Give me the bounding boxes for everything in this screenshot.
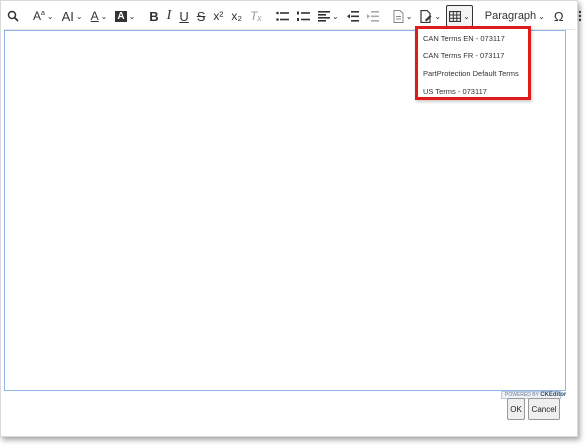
dropdown-item-us-terms[interactable]: US Terms - 073117	[423, 85, 487, 99]
numbered-list-button[interactable]	[294, 5, 313, 27]
font-color-icon: A	[90, 9, 99, 23]
strikethrough-button[interactable]: S	[194, 5, 209, 27]
document-edit-icon	[420, 9, 432, 23]
special-characters-button[interactable]: Ω	[551, 5, 567, 27]
document-icon	[393, 9, 404, 23]
heading-dropdown[interactable]: Paragraph ⌄	[481, 5, 549, 27]
find-replace-button[interactable]	[4, 5, 22, 27]
table-icon	[449, 10, 462, 22]
font-color-button[interactable]: A ⌄	[88, 5, 111, 27]
align-left-icon	[317, 10, 330, 22]
superscript-icon: x²	[213, 9, 224, 23]
vertical-dots-icon	[578, 10, 581, 22]
bold-button[interactable]: B	[146, 5, 161, 27]
omega-icon: Ω	[553, 8, 564, 24]
remove-format-button[interactable]: Tₓ	[247, 5, 265, 27]
alignment-button[interactable]: ⌄	[315, 5, 342, 27]
italic-icon: I	[166, 8, 172, 23]
font-size-button[interactable]: Aa ⌄	[30, 5, 57, 27]
chevron-down-icon: ⌄	[405, 11, 413, 21]
font-family-button[interactable]: AI ⌄	[59, 5, 86, 27]
numbered-list-icon	[296, 11, 310, 21]
chevron-down-icon: ⌄	[538, 11, 545, 21]
outdent-icon	[346, 10, 359, 22]
chevron-down-icon: ⌄	[331, 11, 339, 21]
italic-button[interactable]: I	[164, 5, 175, 27]
magnifier-icon	[7, 10, 19, 22]
font-family-icon: AI	[61, 8, 74, 24]
insert-table-button[interactable]: ⌄	[446, 5, 473, 27]
bulleted-list-button[interactable]	[273, 5, 292, 27]
bulleted-list-icon	[276, 11, 289, 21]
chevron-down-icon: ⌄	[128, 11, 136, 21]
subscript-button[interactable]: x₂	[228, 5, 245, 27]
table-template-dropdown: CAN Terms EN - 073117 CAN Terms FR - 073…	[415, 26, 531, 100]
insert-content-button[interactable]: ⌄	[417, 5, 444, 27]
chevron-down-icon: ⌄	[100, 11, 108, 21]
font-background-button[interactable]: A ⌄	[112, 5, 138, 27]
heading-dropdown-label: Paragraph	[484, 10, 537, 22]
insert-template-button[interactable]: ⌄	[390, 5, 416, 27]
font-size-icon: Aa	[33, 9, 45, 23]
dropdown-item-partprotection-default[interactable]: PartProtection Default Terms	[423, 67, 519, 81]
chevron-down-icon: ⌄	[75, 11, 83, 21]
subscript-icon: x₂	[231, 9, 243, 23]
strikethrough-icon: S	[196, 8, 206, 24]
dropdown-item-can-terms-fr[interactable]: CAN Terms FR - 073117	[423, 49, 504, 63]
font-background-icon: A	[115, 10, 127, 22]
more-tools-button[interactable]	[575, 5, 585, 27]
indent-button[interactable]	[364, 5, 382, 27]
chevron-down-icon: ⌄	[46, 11, 54, 21]
indent-icon	[366, 10, 379, 22]
chevron-down-icon: ⌄	[463, 11, 470, 21]
ok-button[interactable]: OK	[507, 398, 525, 420]
cancel-button[interactable]: Cancel	[528, 398, 560, 420]
underline-icon: U	[179, 8, 189, 24]
outdent-button[interactable]	[344, 5, 362, 27]
editor-dialog: Aa ⌄ AI ⌄ A ⌄ A ⌄ B I U S x² x₂ Tₓ ⌄ ⌄ ⌄…	[0, 0, 581, 437]
underline-button[interactable]: U	[176, 5, 191, 27]
superscript-button[interactable]: x²	[210, 5, 226, 27]
remove-format-icon: Tₓ	[250, 9, 262, 23]
bold-icon: B	[149, 8, 159, 24]
dropdown-item-can-terms-en[interactable]: CAN Terms EN - 073117	[423, 32, 505, 46]
chevron-down-icon: ⌄	[434, 11, 442, 21]
